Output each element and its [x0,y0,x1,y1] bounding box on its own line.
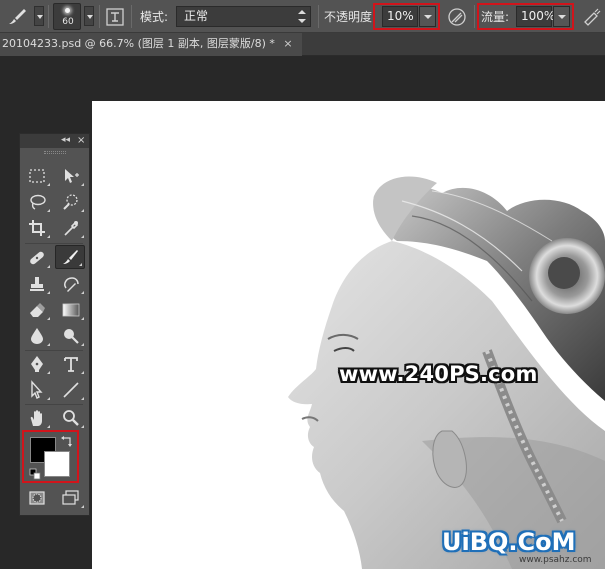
brush-size-label: 60 [62,17,74,27]
collapse-icon[interactable]: ◂◂ [61,134,70,147]
gradient-icon[interactable] [56,298,86,322]
color-swatch-highlight-box [22,430,79,483]
document-tab-bar: 20104233.psd @ 66.7% (图层 1 副本, 图层蒙版/8) *… [0,33,605,56]
opacity-label: 不透明度: [324,10,377,24]
panel-close-icon[interactable]: × [77,134,85,147]
mode-label: 模式: [140,10,169,24]
brush-tip-preview [65,8,70,13]
document-title: 20104233.psd @ 66.7% (图层 1 副本, 图层蒙版/8) * [2,37,275,50]
blur-icon[interactable] [22,324,52,348]
path-select-icon[interactable] [22,378,52,402]
eraser-icon[interactable] [22,298,52,322]
separator [318,5,319,28]
select-arrows-icon [298,10,306,23]
quick-select-icon[interactable] [56,190,86,214]
hand-icon[interactable] [22,406,52,430]
photoshop-window: 60 模式: 正常 不透明度: 10% 流量: 100% 20104233.ps… [0,0,605,569]
separator [25,404,83,405]
document-canvas[interactable] [92,101,605,569]
separator [25,243,83,244]
document-tab[interactable]: 20104233.psd @ 66.7% (图层 1 副本, 图层蒙版/8) * [0,33,302,56]
crop-icon[interactable] [22,216,52,240]
opacity-highlight-box [373,3,440,30]
brush-preset-picker[interactable]: 60 [53,3,81,30]
options-bar: 60 模式: 正常 不透明度: 10% 流量: 100% [0,0,605,33]
separator [474,5,475,28]
pressure-opacity-icon[interactable] [446,0,468,33]
mode-select[interactable]: 正常 [176,6,311,27]
history-brush-icon[interactable] [56,272,86,296]
dodge-icon[interactable] [56,324,86,348]
zoom-icon[interactable] [56,406,86,430]
brush-tool-icon[interactable] [6,0,28,33]
move-icon[interactable] [56,164,86,188]
separator [25,350,83,351]
brush-icon[interactable] [55,245,85,269]
quick-mask-icon[interactable] [22,486,52,510]
flow-highlight-box [477,3,574,30]
pen-icon[interactable] [22,352,52,376]
panel-grip[interactable] [44,151,66,154]
separator [99,5,100,28]
brush-preset-dropdown[interactable] [84,6,94,26]
stamp-icon[interactable] [22,272,52,296]
line-icon[interactable] [56,378,86,402]
lasso-icon[interactable] [22,190,52,214]
separator [48,5,49,28]
marquee-icon[interactable] [22,164,52,188]
separator [131,5,132,28]
type-icon[interactable] [56,352,86,376]
tool-preset-dropdown[interactable] [34,6,44,26]
portrait-image [288,176,605,569]
bandage-icon[interactable] [22,246,52,270]
watermark-text: www.240PS.com [339,362,538,386]
screen-mode-icon[interactable] [56,486,86,510]
mode-value: 正常 [184,9,209,23]
brand-logo-text: UiBQ.CoM [442,528,576,556]
tools-panel-header[interactable]: ◂◂ × [20,134,89,148]
eyedropper-icon[interactable] [56,216,86,240]
tab-close-icon[interactable]: × [281,33,295,55]
brand-url-text: www.psahz.com [519,555,592,565]
brush-panel-toggle-icon[interactable] [105,0,125,33]
airbrush-icon[interactable] [582,0,602,33]
